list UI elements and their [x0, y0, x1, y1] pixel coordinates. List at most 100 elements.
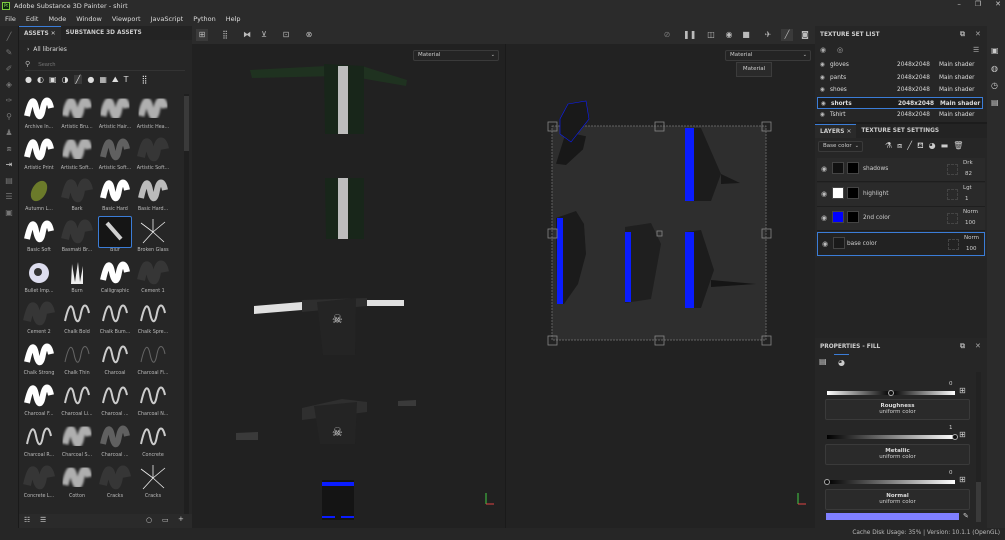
add-paint-layer-icon[interactable]: ╱ — [907, 141, 912, 151]
reset-icon[interactable]: ⊗ — [303, 29, 315, 41]
menu-mode[interactable]: Mode — [43, 15, 71, 23]
layer-row[interactable]: ◉ highlight Lgt 1 — [817, 182, 985, 207]
brush-item[interactable]: Charcoal N... — [135, 381, 171, 421]
brush-item[interactable]: Broken Glass — [135, 217, 171, 257]
uv-random-icon[interactable]: ⊞ — [959, 475, 966, 484]
effect-slot[interactable] — [947, 213, 958, 224]
brush-item[interactable]: Charcoal F... — [21, 381, 57, 421]
tab-substance-3d-assets[interactable]: SUBSTANCE 3D ASSETS — [61, 26, 147, 40]
assets-icon[interactable]: ⇥ — [4, 160, 14, 170]
add-effect-icon[interactable]: ⚗ — [885, 141, 892, 151]
brush-item[interactable]: Chalk Strong — [21, 340, 57, 380]
circle-icon[interactable]: ○ — [146, 516, 152, 524]
brush-item[interactable]: Cement 2 — [21, 299, 57, 339]
brush-item[interactable]: Artistic Soft... — [135, 135, 171, 175]
normal-color-swatch[interactable] — [826, 513, 959, 520]
uv-random-icon[interactable]: ⊞ — [959, 386, 966, 395]
brush-item[interactable]: Cracks — [97, 463, 133, 503]
eye-icon[interactable]: ◉ — [821, 214, 827, 222]
eye-icon[interactable]: ◉ — [821, 190, 827, 198]
brush-item[interactable]: Artistic Bru... — [59, 94, 95, 134]
channel-source-button[interactable]: Normal uniform color — [825, 489, 970, 510]
bake-mode-icon[interactable]: ✈ — [762, 29, 774, 41]
log-icon[interactable]: ▤ — [991, 98, 999, 107]
menu-window[interactable]: Window — [71, 15, 107, 23]
texture-set-row[interactable]: ◉ gloves 2048x2048 Main shader — [817, 59, 983, 71]
symmetry-icon[interactable]: ⧓ — [241, 29, 253, 41]
brush-item[interactable]: Chalk Bum... — [97, 299, 133, 339]
text-filter-icon[interactable]: T — [124, 75, 129, 84]
channel-slider[interactable] — [824, 479, 955, 485]
smart-mask-filter-icon[interactable]: ◑ — [62, 75, 69, 84]
brush-item[interactable]: Chalk Spre... — [135, 299, 171, 339]
material-filter-icon[interactable]: ● — [25, 75, 32, 84]
channel-source-button[interactable]: Metallic uniform color — [825, 444, 970, 465]
brush-item[interactable]: Charcoal S... — [59, 422, 95, 462]
close-icon[interactable]: ✕ — [51, 31, 56, 37]
grid-view-icon[interactable]: ⣿ — [142, 75, 148, 84]
brush-item[interactable]: Concrete L... — [21, 463, 57, 503]
hide-icon[interactable]: ⊘ — [661, 29, 673, 41]
brush-item[interactable]: Cotton — [59, 463, 95, 503]
filter-list-icon[interactable]: ☷ — [24, 516, 30, 524]
brush-item[interactable]: Concrete — [135, 422, 171, 462]
render-mode-icon[interactable]: ◉ — [723, 29, 735, 41]
close-button[interactable]: ✕ — [995, 0, 1001, 8]
menu-help[interactable]: Help — [221, 15, 246, 23]
brush-item[interactable]: Basic Hard — [97, 176, 133, 216]
float-icon[interactable]: ⧉ — [960, 30, 965, 39]
texture-set-row[interactable]: ◉ pants 2048x2048 Main shader — [817, 72, 983, 84]
layer-row[interactable]: ◉ 2nd color Norm 100 — [817, 207, 985, 231]
brush-item[interactable]: Artistic Print — [21, 135, 57, 175]
tab-layers[interactable]: LAYERS ✕ — [815, 124, 857, 138]
add-mask-icon[interactable]: ⧈ — [897, 141, 902, 151]
grid-icon[interactable]: ⊞ — [196, 29, 208, 41]
effect-slot[interactable] — [947, 188, 958, 200]
blend-mode-dropdown[interactable]: Drk — [963, 160, 973, 166]
brush-item[interactable]: Calligraphic — [97, 258, 133, 298]
brush-item[interactable]: Charcoal — [97, 340, 133, 380]
layer-row[interactable]: ◉ shadows Drk 82 — [817, 158, 985, 182]
picker-tool-icon[interactable]: ♟ — [4, 128, 14, 138]
add-icon[interactable]: + — [178, 515, 184, 523]
pause-icon[interactable]: ❚❚ — [683, 29, 696, 41]
texture-filter-icon[interactable]: ● — [87, 75, 94, 84]
channel-slider[interactable] — [827, 434, 958, 440]
uv-random-icon[interactable]: ⊞ — [959, 430, 966, 439]
assets-scrollbar[interactable] — [184, 94, 189, 514]
float-icon[interactable]: ⧉ — [960, 342, 965, 351]
projection-tool-icon[interactable]: ✐ — [4, 64, 14, 74]
brush-item[interactable]: Charcoal ... — [97, 422, 133, 462]
brush-item[interactable]: Bark — [59, 176, 95, 216]
brush-item[interactable]: Chalk Bold — [59, 299, 95, 339]
brush-item[interactable]: Charcoal R... — [21, 422, 57, 462]
align-icon[interactable]: ⊻ — [258, 29, 270, 41]
brush-item[interactable]: Basic Hard... — [135, 176, 171, 216]
brush-item[interactable]: Autumn L... — [21, 176, 57, 216]
settings-list-icon[interactable]: ☰ — [973, 46, 979, 54]
layer-row[interactable]: ◉ base color Norm 100 — [817, 231, 985, 256]
brush-item[interactable]: Cracks — [135, 463, 171, 503]
visibility-all-icon[interactable]: ◉ — [820, 46, 826, 54]
brush-item[interactable]: Bullet Imp... — [21, 258, 57, 298]
brush-item[interactable]: Artistic Soft... — [97, 135, 133, 175]
opacity-value[interactable]: 1 — [965, 196, 969, 202]
history-icon[interactable]: ◷ — [991, 81, 998, 90]
viewport-3d[interactable]: Material ⌄ ☠ ☠ — [192, 44, 505, 528]
add-fill-layer-icon[interactable]: ⛾ — [917, 141, 924, 151]
search-input[interactable] — [38, 62, 159, 68]
solo-icon[interactable]: ◎ — [837, 46, 843, 54]
eye-icon[interactable]: ◉ — [822, 240, 828, 248]
maximize-button[interactable]: ❐ — [975, 0, 981, 8]
brush-item[interactable]: Burn — [59, 258, 95, 298]
clone-tool-icon[interactable]: ⚲ — [4, 112, 14, 122]
grid-options-icon[interactable]: ⣿ — [219, 29, 231, 41]
eye-icon[interactable]: ◉ — [820, 84, 825, 96]
viewport-2d-uv[interactable]: Material ⌄ Material — [505, 44, 815, 528]
geometry-fill-icon[interactable]: ◈ — [4, 80, 14, 90]
brush-item[interactable]: Artistic Hair... — [97, 94, 133, 134]
eye-icon[interactable]: ◉ — [820, 72, 825, 84]
bake-icon[interactable]: ⧈ — [4, 144, 14, 154]
close-icon[interactable]: ✕ — [975, 30, 981, 38]
close-icon[interactable]: ✕ — [846, 129, 851, 135]
